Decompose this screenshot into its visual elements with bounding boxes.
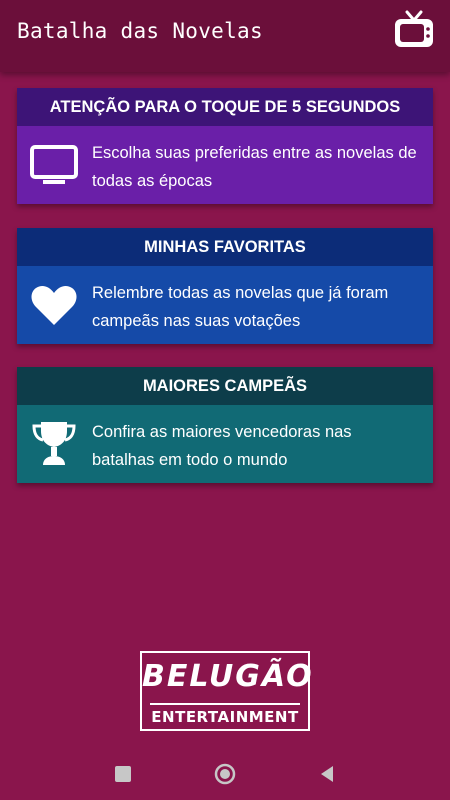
logo-subtitle: ENTERTAINMENT: [151, 708, 299, 726]
card-description: Relembre todas as novelas que já foram c…: [92, 284, 389, 330]
belugao-logo: BELUGÃO ENTERTAINMENT: [140, 651, 314, 731]
card-attention[interactable]: ATENÇÃO PARA O TOQUE DE 5 SEGUNDOS Escol…: [17, 88, 433, 204]
card-favorites[interactable]: MINHAS FAVORITAS Relembre todas as novel…: [17, 228, 433, 344]
logo-divider: [150, 703, 300, 705]
app-bar: Batalha das Novelas: [0, 0, 450, 72]
card-title: MAIORES CAMPEÃS: [17, 367, 433, 405]
card-body[interactable]: Escolha suas preferidas entre as novelas…: [17, 126, 433, 204]
back-icon[interactable]: [316, 763, 338, 785]
tv-icon[interactable]: [392, 8, 436, 52]
trophy-icon: [29, 419, 79, 469]
card-body[interactable]: Relembre todas as novelas que já foram c…: [17, 266, 433, 344]
app-title: Batalha das Novelas: [17, 19, 263, 43]
system-nav-bar: [0, 748, 450, 800]
recents-icon[interactable]: [112, 763, 134, 785]
heart-icon: [29, 280, 79, 330]
home-icon[interactable]: [214, 763, 236, 785]
monitor-icon: [29, 140, 79, 190]
card-body[interactable]: Confira as maiores vencedoras nas batalh…: [17, 405, 433, 483]
card-title: MINHAS FAVORITAS: [17, 228, 433, 266]
card-description: Escolha suas preferidas entre as novelas…: [92, 144, 417, 190]
logo-title: BELUGÃO: [142, 659, 314, 694]
card-title: ATENÇÃO PARA O TOQUE DE 5 SEGUNDOS: [17, 88, 433, 126]
card-description: Confira as maiores vencedoras nas batalh…: [92, 423, 352, 469]
card-champions[interactable]: MAIORES CAMPEÃS Confira as maiores vence…: [17, 367, 433, 483]
